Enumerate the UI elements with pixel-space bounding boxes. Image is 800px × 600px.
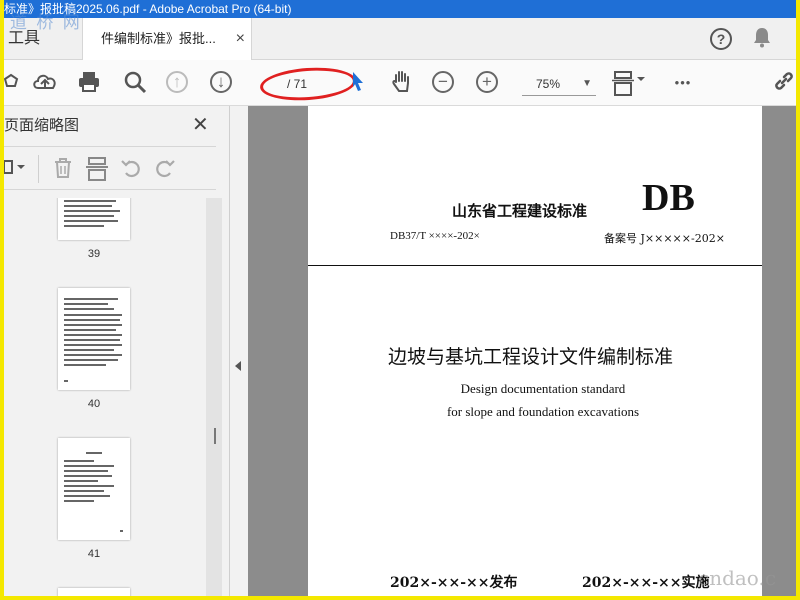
- page-thumbnail-42[interactable]: [58, 588, 130, 596]
- bookmark-star-icon[interactable]: [4, 69, 20, 97]
- panel-title: 页面缩略图: [4, 117, 80, 134]
- zoom-in-icon[interactable]: +: [476, 71, 498, 93]
- rotate-right-icon[interactable]: [154, 157, 176, 184]
- link-icon[interactable]: [772, 69, 796, 97]
- thumbnail-label: 41: [87, 548, 101, 560]
- close-panel-icon[interactable]: ✕: [192, 112, 209, 137]
- zoom-level-dropdown[interactable]: 75% ▼: [522, 72, 596, 96]
- zoom-out-icon[interactable]: −: [432, 71, 454, 93]
- red-highlight-annotation: [259, 64, 357, 104]
- site-watermark: cndao.c: [698, 566, 777, 590]
- doc-title-en-line1: Design documentation standard: [460, 381, 626, 396]
- insert-page-icon[interactable]: [86, 157, 108, 186]
- options-menu-icon[interactable]: [4, 157, 32, 182]
- thumbnail-toolbar: [4, 146, 216, 190]
- zoom-level-value: 75%: [536, 77, 561, 91]
- help-icon[interactable]: ?: [710, 28, 732, 50]
- page-thumbnail-40[interactable]: [58, 288, 130, 390]
- print-icon[interactable]: [74, 69, 104, 97]
- doc-title-cn: 边坡与基坑工程设计文件编制标准: [388, 346, 674, 368]
- next-page-icon[interactable]: ↓: [210, 71, 232, 93]
- document-viewport[interactable]: 山东省工程建设标准 DB DB37/T ××××-202× 备案号 J×××××…: [248, 106, 796, 596]
- thumbnail-label: 39: [87, 248, 101, 260]
- rotate-left-icon[interactable]: [120, 157, 142, 184]
- thumbnail-panel: 页面缩略图 ✕ 39 40 41: [4, 106, 230, 596]
- chevron-down-icon: ▼: [582, 78, 592, 89]
- pdf-page: 山东省工程建设标准 DB DB37/T ××××-202× 备案号 J×××××…: [308, 106, 762, 596]
- doc-record-number: 备案号 J×××××-202×: [604, 232, 725, 245]
- page-thumbnail-39[interactable]: [58, 198, 130, 240]
- close-tab-icon[interactable]: ×: [236, 18, 245, 60]
- thumbnail-scrollbar[interactable]: [206, 198, 222, 596]
- cloud-upload-icon[interactable]: [30, 69, 60, 97]
- more-tools-icon[interactable]: •••: [668, 69, 698, 97]
- scrollbar-grip[interactable]: [214, 428, 216, 444]
- toolbar-divider: [38, 155, 39, 183]
- doc-standard-code: DB37/T ××××-202×: [390, 230, 480, 242]
- doc-organization: 山东省工程建设标准: [452, 202, 588, 220]
- page-display-icon[interactable]: [612, 69, 646, 97]
- doc-publish-date: 202×-××-××发布: [390, 575, 518, 591]
- page-thumbnail-41[interactable]: [58, 438, 130, 540]
- tab-document[interactable]: 件编制标准》报批... ×: [82, 18, 252, 60]
- thumbnail-list: 39 40 41: [4, 198, 204, 596]
- doc-divider: [308, 265, 762, 266]
- previous-page-icon[interactable]: ↑: [166, 71, 188, 93]
- zoom-search-icon[interactable]: [120, 69, 150, 97]
- doc-db-mark: DB: [642, 177, 695, 219]
- tab-bar: 工具 件编制标准》报批... × ?: [4, 18, 796, 60]
- collapse-panel-icon[interactable]: [234, 360, 242, 375]
- doc-title-en-line2: for slope and foundation excavations: [446, 404, 640, 419]
- delete-page-icon[interactable]: [52, 157, 74, 184]
- watermark-logo: 道 桥 网: [10, 13, 82, 33]
- select-cursor-icon[interactable]: [348, 69, 368, 97]
- hand-tool-icon[interactable]: [388, 69, 416, 97]
- bell-icon[interactable]: [752, 26, 772, 54]
- acrobat-window: 标准》报批稿2025.06.pdf - Adobe Acrobat Pro (6…: [4, 0, 796, 596]
- main-toolbar: ↑ ↓ / 71 − + 75% ▼ •••: [4, 60, 796, 106]
- tab-document-label: 件编制标准》报批...: [101, 31, 216, 46]
- doc-implement-date: 202×-××-××实施: [582, 575, 710, 591]
- title-bar: 标准》报批稿2025.06.pdf - Adobe Acrobat Pro (6…: [4, 0, 796, 18]
- thumbnail-label: 40: [87, 398, 101, 410]
